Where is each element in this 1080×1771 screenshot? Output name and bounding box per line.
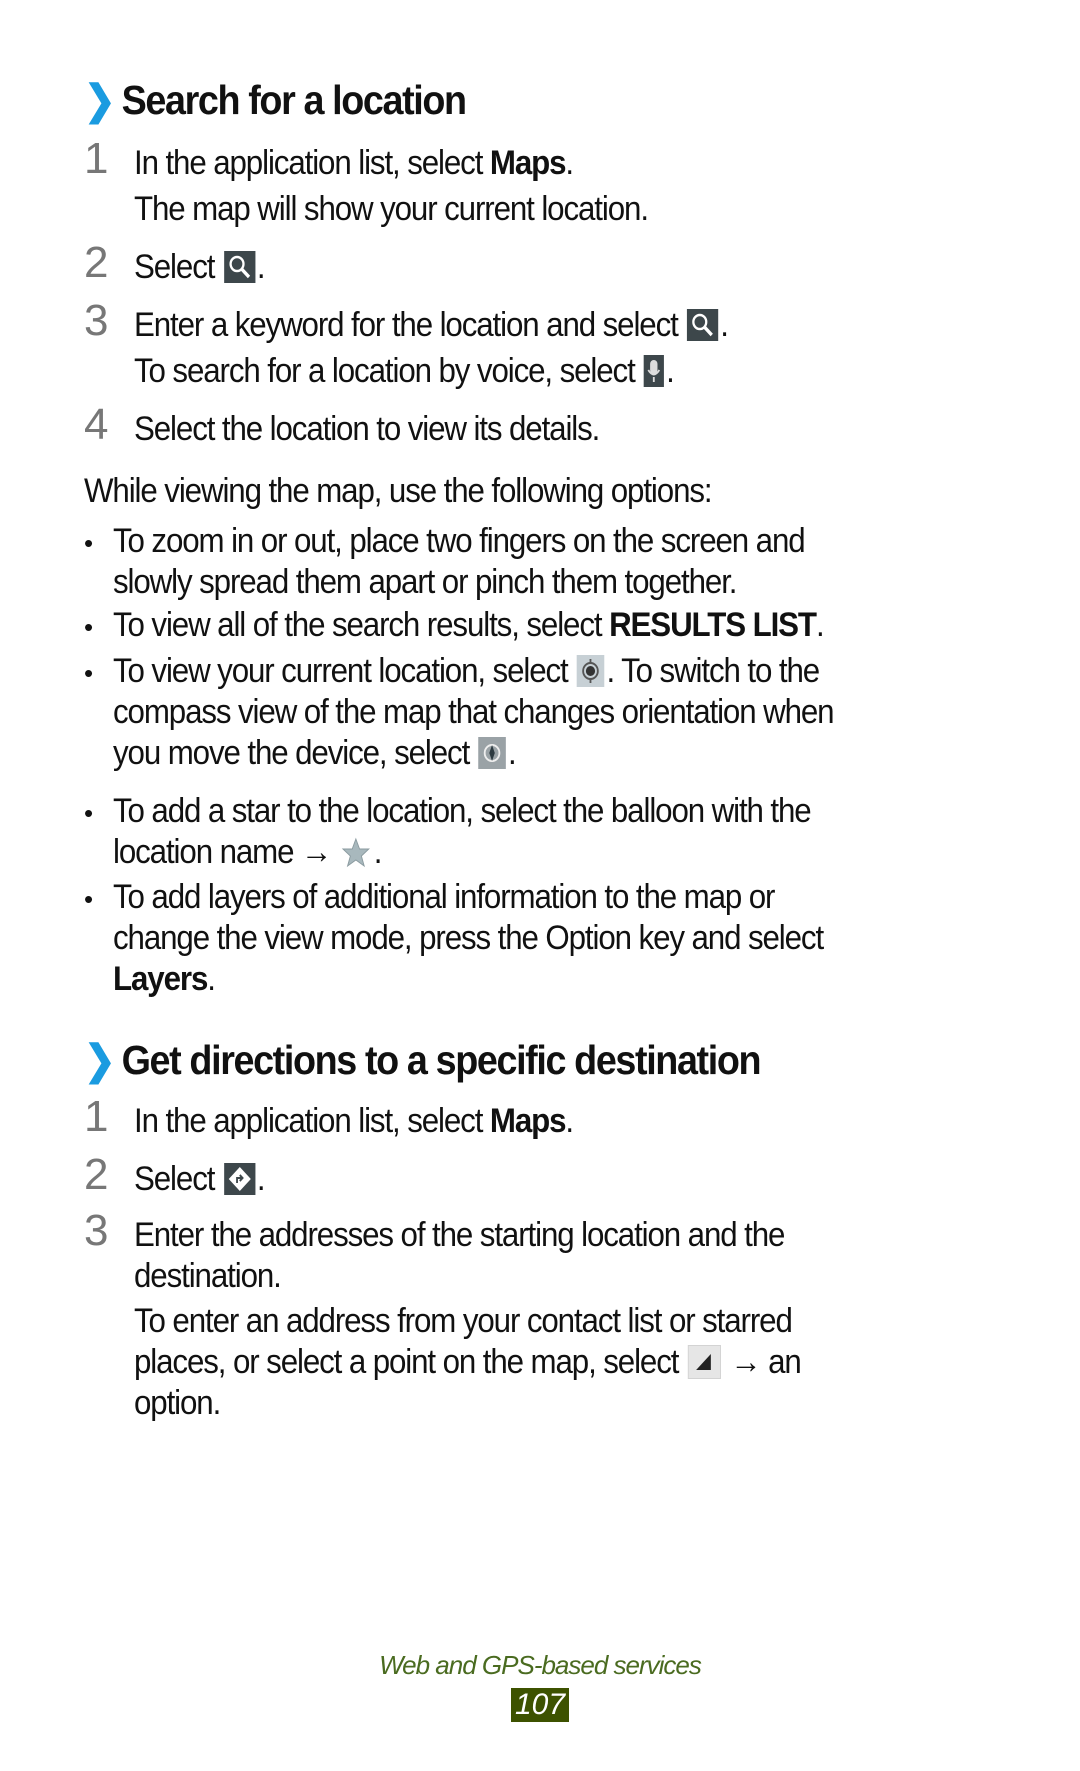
microphone-icon <box>644 355 665 387</box>
bullet-text: To add layers of additional information … <box>113 878 775 916</box>
chevron-icon: ❯ <box>84 1037 116 1083</box>
step-note: To search for a location by voice, selec… <box>134 352 675 390</box>
options-intro: While viewing the map, use the following… <box>84 472 713 510</box>
step-text: Select . <box>134 248 266 286</box>
bullet-text: you move the device, select . <box>113 734 517 772</box>
bullet-marker: • <box>84 658 94 688</box>
star-icon <box>341 836 372 868</box>
bullet-marker: • <box>84 612 94 642</box>
bullet-marker: • <box>84 884 94 914</box>
section-heading-directions: ❯ Get directions to a specific destinatio… <box>84 1036 762 1084</box>
bullet-text: To view your current location, select . … <box>113 652 820 690</box>
step-note: To enter an address from your contact li… <box>134 1302 793 1340</box>
step-note: option. <box>134 1384 221 1422</box>
search-icon <box>687 309 719 341</box>
step-text: In the application list, select Maps. <box>134 144 574 182</box>
compass-icon <box>478 737 507 769</box>
chapter-title: Web and GPS-based services <box>379 1650 702 1680</box>
search-icon <box>223 251 256 283</box>
bullet-text: compass view of the map that changes ori… <box>113 693 835 731</box>
page-number: 107 <box>0 1688 1080 1722</box>
step-text: Select the location to view its details. <box>134 410 600 448</box>
step-text: Select . <box>134 1160 266 1198</box>
step-text: Enter a keyword for the location and sel… <box>134 306 729 344</box>
step-text: destination. <box>134 1257 282 1295</box>
dropdown-triangle-icon <box>687 1345 721 1379</box>
bullet-marker: • <box>84 528 94 558</box>
section-heading-search: ❯ Search for a location <box>84 76 468 124</box>
step-number: 1 <box>84 1092 109 1141</box>
step-note: The map will show your current location. <box>134 190 649 228</box>
step-number: 4 <box>84 400 109 449</box>
bullet-text: Layers. <box>113 960 216 998</box>
step-text: In the application list, select Maps. <box>134 1102 574 1140</box>
step-note: places, or select a point on the map, se… <box>134 1343 802 1381</box>
step-number: 2 <box>84 1150 109 1199</box>
bullet-text: To view all of the search results, selec… <box>113 606 825 644</box>
bullet-text: change the view mode, press the Option k… <box>113 919 824 957</box>
step-text: Enter the addresses of the starting loca… <box>134 1216 785 1254</box>
bullet-text: location name → . <box>113 833 382 871</box>
step-number: 3 <box>84 296 109 345</box>
bullet-text: To add a star to the location, select th… <box>113 792 812 830</box>
my-location-icon <box>577 655 605 687</box>
step-number: 1 <box>84 134 109 183</box>
step-number: 3 <box>84 1206 109 1255</box>
directions-icon <box>223 1163 256 1195</box>
heading-text: Get directions to a specific destination <box>121 1037 762 1083</box>
chevron-icon: ❯ <box>84 77 116 123</box>
step-number: 2 <box>84 238 109 287</box>
bullet-marker: • <box>84 798 94 828</box>
bullet-text: slowly spread them apart or pinch them t… <box>113 563 737 601</box>
bullet-text: To zoom in or out, place two fingers on … <box>113 522 806 560</box>
heading-text: Search for a location <box>121 77 468 123</box>
